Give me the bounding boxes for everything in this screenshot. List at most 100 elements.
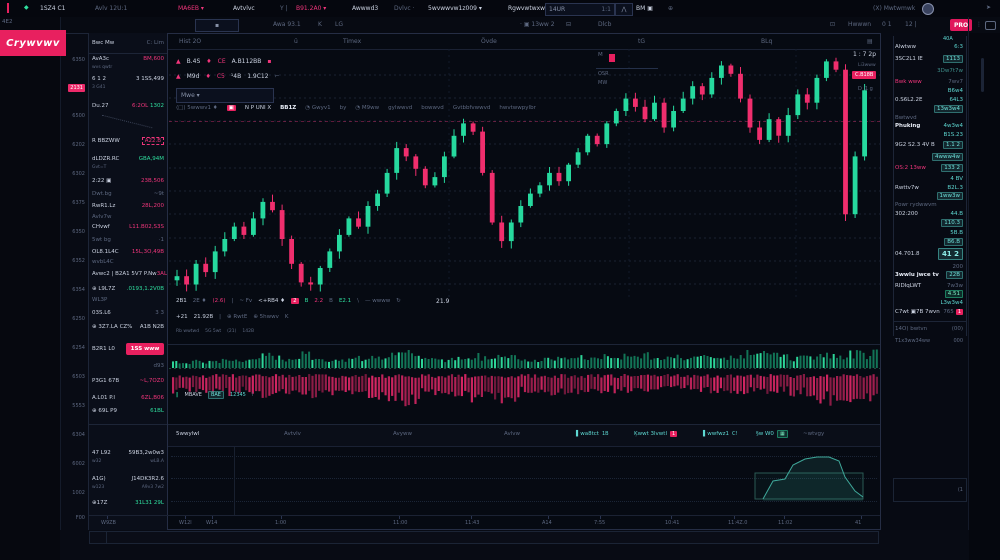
logo[interactable]: Crywvwv	[0, 30, 66, 56]
watchlist-row[interactable]: ⊕17Z31L31 29L	[92, 500, 164, 506]
chart-header-tab[interactable]: ü	[294, 38, 298, 45]
scrollbar[interactable]	[981, 58, 984, 92]
toolbar-item[interactable]: ▣	[227, 105, 236, 111]
watchlist-row[interactable]: A.L01 P.I6ZL,B06	[92, 395, 164, 401]
topbar-item[interactable]: 1SZ4 C1	[40, 5, 65, 12]
send-icon[interactable]: ➤	[986, 4, 991, 11]
toolbar-item[interactable]: ⟨□⟩ 5wwwv1 ♦	[176, 105, 218, 111]
interval-dropdown[interactable]: Mwe ▾	[176, 88, 274, 103]
bottom-tab[interactable]: Ķwwt 3lvwtl1	[634, 431, 677, 437]
topbar-item[interactable]: Avlv 12U:1	[95, 5, 127, 12]
toolbar-item[interactable]: by	[340, 105, 347, 111]
chart-header-tab[interactable]: tG	[638, 38, 645, 45]
chat-icon[interactable]	[985, 21, 996, 30]
toolbar-item[interactable]: ◔ Gwyv1	[305, 105, 330, 111]
watchlist-row[interactable]: ⊕ 69L P961BL	[92, 408, 164, 414]
toolbar-item[interactable]: N P UNI X	[245, 105, 271, 111]
watchlist-row[interactable]: 5wt bg·1	[92, 237, 164, 243]
bottom-tab[interactable]: ~wtvgy	[803, 431, 824, 437]
watchlist-row[interactable]: CHvwfL11.B02,S3S	[92, 224, 164, 230]
hotkey-button[interactable]: ⋀	[615, 3, 633, 16]
stat-label: Rwttv7w	[895, 185, 919, 191]
bottom-tab[interactable]: Avyww	[393, 431, 412, 437]
price-scale[interactable]: 6350213165006202630263756350635263546250…	[60, 33, 88, 530]
toolbar-item[interactable]: BB1Z	[280, 105, 296, 111]
buy-button[interactable]: 1SS www	[126, 343, 164, 355]
watchlist-row[interactable]: d93	[92, 363, 164, 369]
toolbar-item[interactable]: ◔ M9ww	[355, 105, 379, 111]
subbar-item[interactable]: 12 |	[905, 21, 917, 28]
subbar-item[interactable]: 0 1	[882, 21, 892, 28]
chart-header-tab[interactable]: BLq	[761, 38, 772, 45]
bottom-tab[interactable]: Avlvw	[504, 431, 520, 437]
watchlist-row[interactable]: P3G1 67B~L,7OZ0	[92, 378, 164, 384]
volume-legend-token: 12345	[230, 392, 246, 398]
stat-value: 4w3w4	[944, 123, 964, 129]
subbar-item[interactable]: ⊟	[566, 21, 571, 28]
watchlist-row[interactable]: dLDZR.RCGBA,94M	[92, 156, 164, 162]
bottom-tab[interactable]: Avtvlv	[284, 431, 301, 437]
price-value: .0193,1.2V0B	[127, 286, 164, 292]
subbar-item[interactable]: ⋮	[976, 21, 982, 28]
topbar-item[interactable]: Dvlvc ·	[394, 5, 415, 12]
watchlist-row[interactable]: 6 1 23 1SS,499	[92, 76, 164, 82]
bottom-tab[interactable]: ▌wwfwz1C!	[703, 431, 737, 437]
chart-header-tab[interactable]: Hist 2O	[179, 38, 201, 45]
subbar-item[interactable]: Dlcb	[598, 21, 611, 28]
topbar-item[interactable]: B91.2A0 ▾	[296, 5, 326, 12]
bottom-tab[interactable]: §w W0▦	[756, 431, 788, 437]
toolbar-item[interactable]: gylwwvd	[388, 105, 412, 111]
topbar-item[interactable]: 5wvwwvw1z009 ▾	[428, 5, 482, 12]
subbar-item[interactable]: · ▣ 13ww 2	[520, 21, 555, 28]
toolbar-item[interactable]: Gvtbbfvwwvd	[453, 105, 491, 111]
subbar-item[interactable]: Hwwwn	[848, 21, 871, 28]
subbar-item[interactable]: Awa 93.1	[273, 21, 301, 28]
price-value: 23B,506	[141, 178, 164, 184]
stat-label: 04.701.8	[895, 251, 920, 257]
watchlist-row[interactable]: 2:22 ▣23B,506	[92, 178, 164, 184]
toolbar-item[interactable]: hwvtwwpylbr	[499, 105, 535, 111]
watchlist-row[interactable]: Dwt.bg~9t	[92, 191, 164, 197]
watchlist-row[interactable]: B2R1 L01SS www	[92, 343, 164, 355]
chart-header-tab[interactable]: ▤	[867, 38, 873, 45]
watchlist-row[interactable]: WL3P	[92, 297, 164, 303]
toolbar-item[interactable]: bowwvd	[421, 105, 444, 111]
axis-tick	[185, 516, 186, 519]
topbar-item[interactable]: MA6EB ▾	[178, 5, 204, 12]
watchlist-row[interactable]: Avwc2 | B2A1 5V7 P.Nw3AL,3V0	[92, 271, 164, 277]
status-corner-box[interactable]	[89, 531, 107, 544]
subbar-item[interactable]: K	[318, 21, 322, 28]
watchlist-row[interactable]: Avlv7w	[92, 214, 164, 220]
topbar-item[interactable]: Y |	[280, 5, 288, 12]
search-input[interactable]: 14UR 1:1	[545, 3, 615, 16]
avatar[interactable]	[922, 3, 934, 15]
topbar-item[interactable]: Awwwd3	[352, 5, 378, 12]
bottom-tab[interactable]: ▌wa8tct1B	[576, 431, 609, 437]
symbol-label: wvbL4C	[92, 259, 114, 265]
oscillator-pane[interactable]	[169, 370, 880, 408]
topbar-item[interactable]: Avtvlvc	[233, 5, 255, 12]
bottom-tab[interactable]: 5wwylwl	[176, 431, 199, 437]
watchlist-row[interactable]: ⊕ 3Z7.LA CZ%A1B N2B	[92, 324, 164, 330]
chart-header-tab[interactable]: Timex	[343, 38, 361, 45]
watchlist-row[interactable]: ⊕ L9L7Z.0193,1.2V0B	[92, 286, 164, 292]
watchlist-row[interactable]: 47 L9259B3,2w0w3	[92, 450, 164, 456]
sub-value: wLB.A	[150, 459, 164, 464]
watchlist-row[interactable]: RwR1.Lz28L,200	[92, 203, 164, 209]
watchlist-row[interactable]: 03S.L63 3	[92, 310, 164, 316]
watchlist-row[interactable]: AvA3cBM,600	[92, 56, 164, 62]
watchlist-row[interactable]: wvbL4C	[92, 259, 164, 265]
time-axis[interactable]: W9ZBW12lW141:0011:0011:43A147:5510:4111:…	[89, 515, 880, 531]
watchlist-row[interactable]: A1G)J14DK3R2.6	[92, 476, 164, 482]
subbar-item[interactable]: LG	[335, 21, 343, 28]
watchlist-row[interactable]: Du.276:2OL 1302	[92, 103, 164, 109]
subbar-item[interactable]: ⊡	[830, 21, 835, 28]
topbar-item[interactable]: BM ▣	[636, 5, 653, 12]
volume-pane[interactable]	[169, 346, 880, 370]
chart-header-tab[interactable]: Övde	[481, 38, 497, 45]
watchlist-row[interactable]: OL8.1L4C15L,3O,49B	[92, 249, 164, 255]
user-menu[interactable]: (X) Mwtwmwk	[873, 5, 915, 12]
topbar-item[interactable]: ⊕	[668, 5, 673, 12]
watchlist-row[interactable]: R BBZWWA22.B	[92, 138, 164, 144]
candlestick-chart[interactable]	[169, 49, 880, 301]
